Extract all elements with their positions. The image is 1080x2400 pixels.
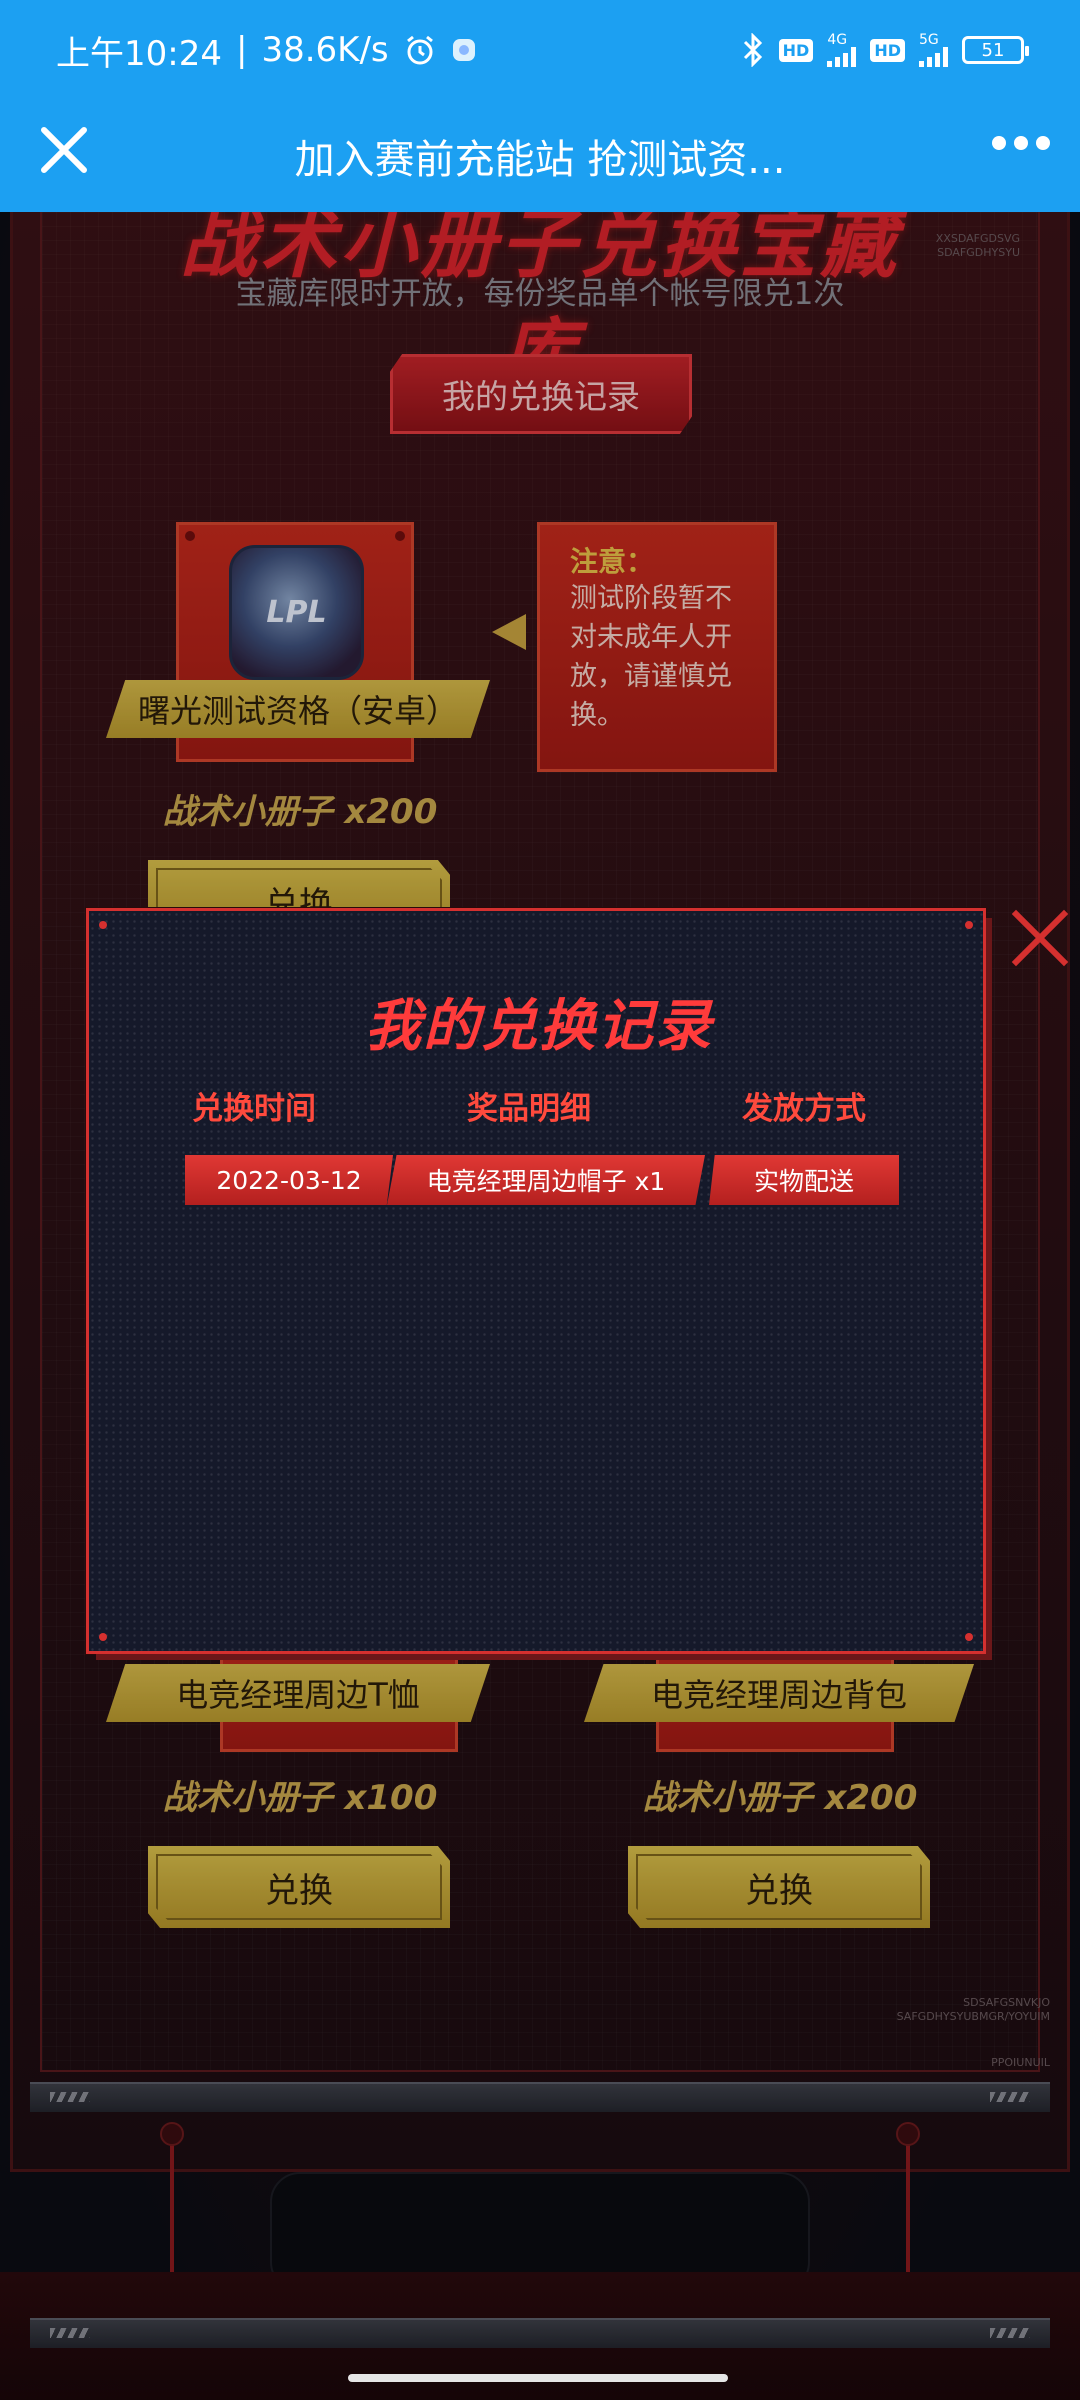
modal-title: 我的兑换记录 (365, 994, 713, 1059)
record-cell-item: 电竞经理周边帽子 x1 (387, 1155, 705, 1205)
title-bar: 加入赛前充能站 抢测试资... (0, 100, 1080, 212)
net-4g-label: 4G (827, 32, 848, 48)
app-notification-icon (451, 37, 477, 63)
records-modal: 我的兑换记录 兑换时间 奖品明细 发放方式 2022-03-12 电竞经理周边帽… (86, 908, 986, 1654)
page-title: 加入赛前充能站 抢测试资... (294, 137, 786, 183)
column-header-time: 兑换时间 (192, 1091, 316, 1127)
close-icon[interactable] (34, 120, 94, 180)
battery-level: 51 (981, 39, 1005, 61)
status-left: 上午10:24 | 38.6K/s (56, 26, 477, 75)
status-bar: 上午10:24 | 38.6K/s HD 4G HD 5G 51 (0, 0, 1080, 100)
signal-bars-icon (827, 47, 857, 67)
status-divider: | (235, 30, 248, 70)
alarm-icon (403, 33, 437, 67)
column-header-item: 奖品明细 (467, 1091, 591, 1127)
hd-badge-1: HD (778, 38, 814, 62)
signal-4g: 4G (827, 32, 857, 67)
status-right: HD 4G HD 5G 51 (741, 32, 1029, 67)
battery-icon: 51 (962, 36, 1029, 64)
record-cell-time: 2022-03-12 (185, 1155, 393, 1205)
bluetooth-icon (741, 33, 765, 67)
signal-bars-icon-2 (919, 47, 948, 67)
status-time: 上午10:24 (56, 33, 222, 74)
net-5g-label: 5G (919, 32, 939, 48)
record-cell-method: 实物配送 (709, 1155, 899, 1205)
home-indicator[interactable] (348, 2374, 728, 2382)
column-header-method: 发放方式 (742, 1091, 866, 1127)
modal-close-icon[interactable] (1008, 906, 1072, 970)
status-net-speed: 38.6K/s (261, 30, 389, 70)
hd-badge-2: HD (870, 38, 905, 62)
signal-5g: 5G (919, 33, 948, 67)
more-options-icon[interactable] (992, 136, 1050, 150)
